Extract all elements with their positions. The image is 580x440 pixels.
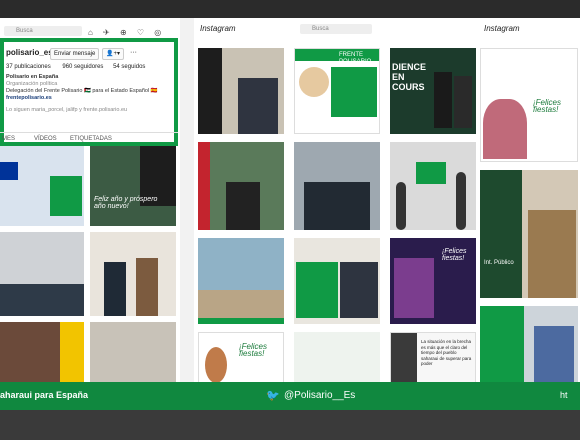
search-input-middle[interactable]: Busca: [300, 24, 372, 34]
post-tile-audience[interactable]: DIENCE EN COURS: [390, 48, 476, 134]
footer-right-text: ht: [560, 390, 568, 400]
more-options-button[interactable]: ···: [130, 49, 137, 56]
post-tile-room[interactable]: [90, 322, 176, 388]
footer-banner: aharaui para España 🐦 @Polisario__Es ht: [0, 382, 580, 410]
instagram-logo[interactable]: Instagram: [200, 24, 236, 33]
post-tile-children[interactable]: [198, 238, 284, 324]
window-bottom-bar: [0, 410, 580, 440]
profile-highlight-box: polisario_es Enviar mensaje 👤+▾ ··· 37 p…: [0, 38, 178, 146]
post-tile-nuevo[interactable]: Feliz año y próspero año nuevo!: [90, 146, 176, 226]
post-tile-portrait[interactable]: [0, 322, 84, 388]
nav-icons[interactable]: ⌂ ✈ ⊕ ♡ ◎: [88, 28, 165, 37]
post-tile-people[interactable]: [480, 306, 578, 388]
post-tile-speech[interactable]: [198, 142, 284, 230]
footer-handle[interactable]: @Polisario__Es: [284, 390, 355, 401]
profile-pane: Busca ⌂ ✈ ⊕ ♡ ◎ polisario_es Enviar mens…: [0, 18, 180, 388]
twitter-icon: 🐦: [266, 390, 280, 402]
post-tile-felices-right[interactable]: ¡Felices fiestas!: [480, 48, 578, 162]
profile-username: polisario_es: [6, 48, 53, 57]
post-tile-officials[interactable]: [90, 232, 176, 316]
tab-tagged[interactable]: ETIQUETADAS: [70, 136, 112, 142]
feed-pane: Instagram Busca FRENTE POLISARIO DIENCE …: [194, 18, 478, 388]
profile-link[interactable]: frentepolisario.es: [6, 95, 172, 102]
profile-stats: 37 publicaciones 960 seguidores 54 segui…: [6, 64, 146, 70]
post-tile-flag-man[interactable]: [198, 48, 284, 134]
post-tile-group[interactable]: [294, 142, 380, 230]
send-message-button[interactable]: Enviar mensaje: [50, 48, 100, 60]
post-tile-felices-white[interactable]: ¡Felices fiestas!: [198, 332, 284, 388]
window-top-bar: [0, 0, 580, 18]
instagram-logo-right[interactable]: Instagram: [484, 24, 520, 33]
post-tile-eu-flag[interactable]: [0, 146, 84, 226]
footer-left-text: aharaui para España: [0, 390, 89, 400]
tab-posts[interactable]: MES: [2, 136, 15, 142]
post-tile-frente-polisario[interactable]: FRENTE POLISARIO: [294, 48, 380, 134]
search-input[interactable]: Busca: [4, 26, 82, 36]
post-tile-situacion[interactable]: La situación en la brecha es más que el …: [390, 332, 476, 388]
follow-icon[interactable]: 👤+▾: [102, 48, 124, 60]
profile-tabs: MES VÍDEOS ETIQUETADAS: [0, 132, 178, 145]
post-tile-int-publico[interactable]: Int. Público: [480, 170, 578, 298]
tab-videos[interactable]: VÍDEOS: [34, 136, 57, 142]
post-tile-statement[interactable]: [294, 238, 380, 324]
right-pane: Instagram ¡Felices fiestas! Int. Público: [478, 18, 580, 388]
screenshot-collage: Busca ⌂ ✈ ⊕ ♡ ◎ polisario_es Enviar mens…: [0, 18, 580, 410]
post-tile-microphone[interactable]: [390, 142, 476, 230]
post-tile-felices-purple[interactable]: ¡Felices fiestas!: [390, 238, 476, 324]
profile-bio: Polisario en España Organización polític…: [6, 74, 172, 114]
post-tile-meeting[interactable]: [0, 232, 84, 316]
post-tile-leaves[interactable]: [294, 332, 380, 388]
